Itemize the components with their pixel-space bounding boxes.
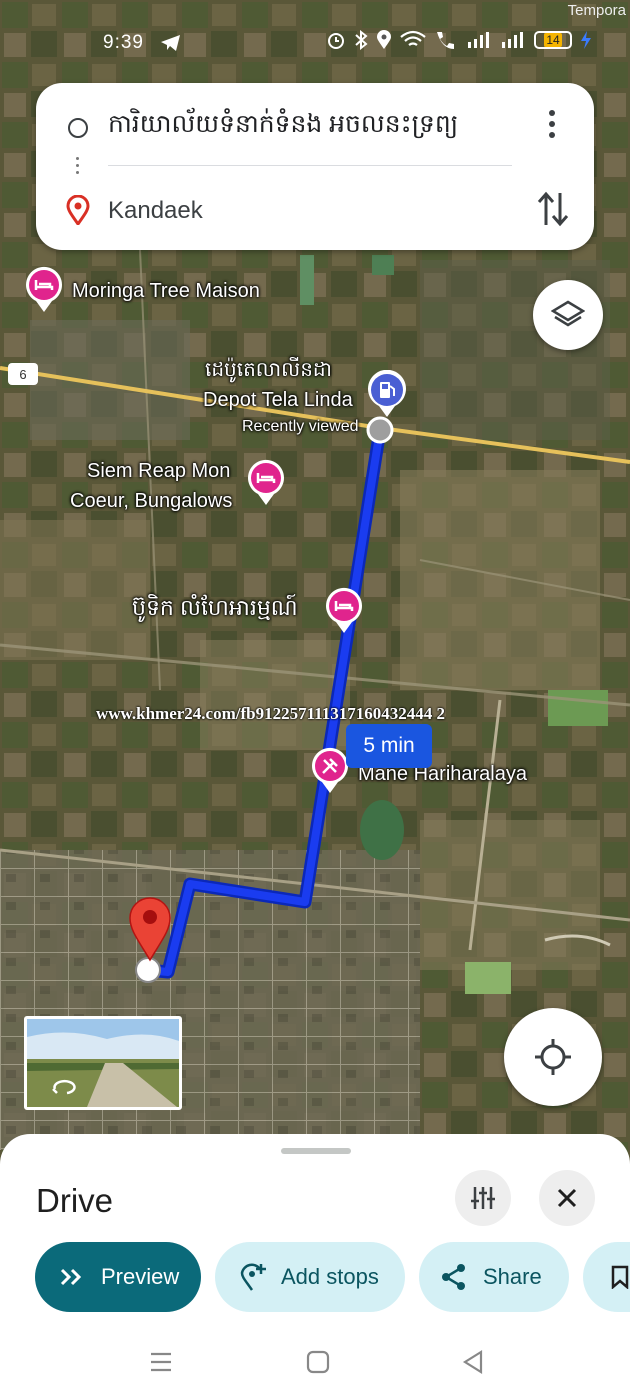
destination-input[interactable]: Kandaek <box>108 197 203 225</box>
share-button[interactable]: Share <box>419 1242 569 1312</box>
hotel-pin-icon[interactable] <box>246 458 286 506</box>
save-button[interactable] <box>583 1242 630 1312</box>
destination-pin-icon <box>66 195 90 225</box>
highway-shield: 6 <box>8 363 38 385</box>
divider <box>108 165 512 166</box>
options-button[interactable] <box>455 1170 511 1226</box>
drag-handle[interactable] <box>281 1148 351 1154</box>
close-button[interactable] <box>539 1170 595 1226</box>
tune-icon <box>471 1187 495 1209</box>
layers-button[interactable] <box>533 280 603 350</box>
preview-button[interactable]: Preview <box>35 1242 201 1312</box>
add-stops-button[interactable]: Add stops <box>215 1242 405 1312</box>
alarm-icon <box>328 33 344 49</box>
street-view-thumbnail[interactable] <box>24 1016 182 1110</box>
hotel-pin-icon[interactable] <box>24 265 64 313</box>
home-icon[interactable] <box>306 1350 330 1374</box>
eta-badge[interactable]: 5 min <box>346 724 432 768</box>
poi-label-siem-reap-line2[interactable]: Coeur, Bungalows <box>70 489 232 513</box>
origin-circle-icon <box>68 118 88 138</box>
signal-1-icon <box>468 32 489 48</box>
directions-card: ការិយាល័យទំនាក់ទំនង អចលនះទ្រព្យ Kandaek <box>36 83 594 250</box>
street-view-image <box>27 1019 179 1107</box>
recents-icon[interactable] <box>149 1350 173 1374</box>
add-stop-icon <box>240 1263 266 1291</box>
recently-viewed-label: Recently viewed <box>242 418 359 435</box>
hotel-pin-icon[interactable] <box>324 586 364 634</box>
share-label: Share <box>483 1264 542 1289</box>
wifi-call-icon <box>437 32 454 49</box>
status-time: 9:39 <box>103 32 144 53</box>
share-icon <box>442 1264 465 1290</box>
preview-label: Preview <box>101 1264 180 1289</box>
charging-icon <box>581 31 591 49</box>
location-icon <box>377 30 391 49</box>
origin-input[interactable]: ការិយាល័យទំនាក់ទំនង អចលនះទ្រព្យ <box>108 109 458 145</box>
status-bar: Tempora 9:39 14 <box>0 0 630 80</box>
tools-pin-icon[interactable] <box>310 746 350 794</box>
poi-label-depot-khmer[interactable]: ដេប៉ូតេលាលីនដា <box>205 358 332 382</box>
status-icons: 14 <box>326 30 592 50</box>
add-stops-label: Add stops <box>281 1264 379 1289</box>
bookmark-icon <box>611 1265 629 1289</box>
travel-mode-title: Drive <box>36 1182 114 1219</box>
poi-label-depot-en[interactable]: Depot Tela Linda <box>203 388 353 412</box>
crosshair-icon <box>535 1039 571 1075</box>
more-options-icon[interactable] <box>540 107 564 141</box>
layers-icon <box>551 300 585 327</box>
highway-number: 6 <box>19 366 27 382</box>
close-icon <box>557 1188 577 1208</box>
bluetooth-icon <box>355 30 368 50</box>
battery-icon: 14 <box>534 31 572 49</box>
battery-level: 14 <box>544 33 562 47</box>
poi-label-boutique[interactable]: ប៊ូទិក លំហែអារម្មណ៍ <box>132 595 298 621</box>
signal-2-icon <box>502 32 523 48</box>
watermark-text: www.khmer24.com/fb912257111317160432444 … <box>96 704 445 723</box>
swap-icon[interactable] <box>536 189 570 229</box>
my-location-button[interactable] <box>504 1008 602 1106</box>
wifi-icon <box>400 30 426 46</box>
route-dots <box>76 153 80 178</box>
poi-label-siem-reap-line1[interactable]: Siem Reap Mon <box>87 459 230 483</box>
system-nav-bar <box>0 1330 630 1400</box>
back-icon[interactable] <box>461 1350 485 1374</box>
gas-station-pin-icon[interactable] <box>366 370 408 418</box>
poi-label-moringa[interactable]: Moringa Tree Maison <box>72 279 260 303</box>
telegram-icon <box>161 35 180 51</box>
status-top-text: Tempora <box>567 2 626 19</box>
destination-marker-icon[interactable] <box>128 896 172 962</box>
double-chevron-icon <box>60 1268 82 1286</box>
